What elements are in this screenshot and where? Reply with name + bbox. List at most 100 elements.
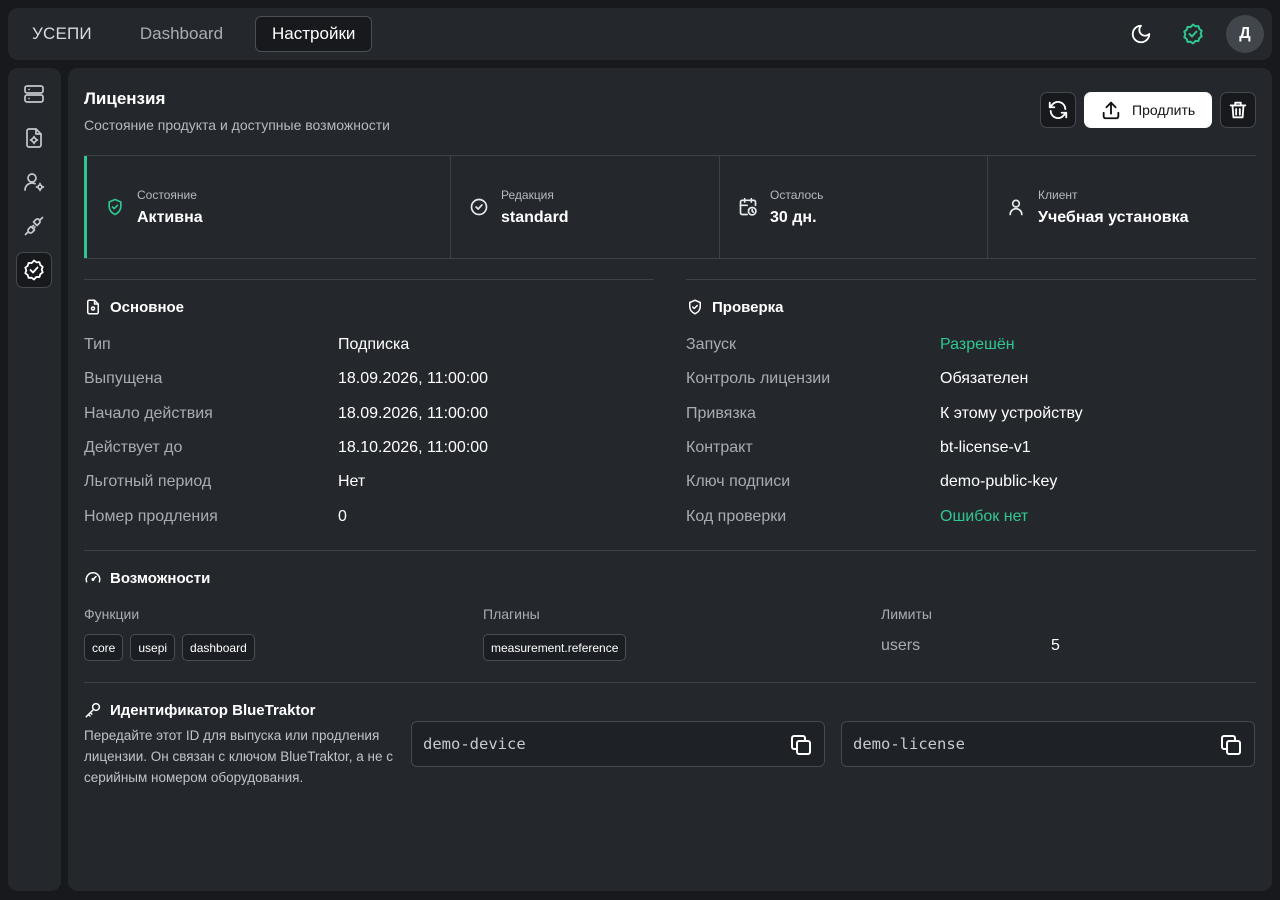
- basic-value: Нет: [338, 473, 366, 490]
- check-value-ok: Ошибок нет: [940, 508, 1029, 525]
- page-title: Лицензия: [84, 89, 166, 108]
- top-actions: Д: [1122, 15, 1264, 53]
- tab-dashboard[interactable]: Dashboard: [140, 24, 223, 44]
- trash-icon: [1229, 101, 1247, 119]
- tab-settings[interactable]: Настройки: [255, 16, 373, 52]
- plug-icon: [24, 216, 44, 236]
- section-basic-title: Основное: [84, 298, 184, 316]
- section-identifier-title: Идентификатор BlueTraktor: [84, 701, 315, 719]
- function-chip: usepi: [130, 634, 176, 661]
- stat-label: Осталось: [770, 188, 824, 202]
- license-id-field[interactable]: demo-license: [841, 721, 1255, 767]
- check-value: bt-license-v1: [940, 439, 1031, 456]
- gauge-icon: [85, 572, 101, 583]
- file-settings-icon: [26, 128, 42, 148]
- check-label: Код проверки: [686, 508, 787, 525]
- shield-check-icon: [689, 299, 701, 315]
- delete-button[interactable]: [1220, 92, 1256, 128]
- basic-label: Действует до: [84, 439, 183, 456]
- sidebar-item-servers[interactable]: [16, 76, 52, 112]
- brand-logo[interactable]: УСЕПИ: [32, 24, 92, 44]
- file-settings-icon: [87, 299, 99, 315]
- server-icon: [24, 85, 44, 103]
- renew-button[interactable]: Продлить: [1084, 92, 1212, 128]
- stat-value: standard: [501, 209, 569, 226]
- refresh-icon: [1048, 101, 1068, 119]
- sidebar: [8, 68, 61, 891]
- check-value-ok: Разрешён: [940, 336, 1015, 353]
- basic-value: 18.09.2026, 11:00:00: [338, 370, 489, 387]
- basic-label: Выпущена: [84, 370, 163, 387]
- renew-label: Продлить: [1132, 102, 1196, 118]
- basic-value: 18.10.2026, 11:00:00: [338, 439, 489, 456]
- section-title-text: Основное: [110, 298, 185, 316]
- section-check-title: Проверка: [686, 298, 783, 316]
- basic-value: Подписка: [338, 336, 410, 353]
- check-label: Контракт: [686, 439, 753, 456]
- check-value: К этому устройству: [940, 405, 1083, 422]
- function-chip: core: [84, 634, 124, 661]
- stat-card-edition: Редакция standard: [451, 156, 720, 258]
- device-id-field[interactable]: demo-device: [411, 721, 825, 767]
- stat-card-state: Состояние Активна: [84, 156, 451, 258]
- check-label: Запуск: [686, 336, 737, 353]
- plugins-label: Плагины: [483, 606, 540, 622]
- user-icon: [1009, 199, 1023, 216]
- theme-toggle-button[interactable]: [1122, 15, 1160, 53]
- check-value: Обязателен: [940, 370, 1029, 387]
- limits-label: Лимиты: [881, 606, 932, 622]
- basic-label: Тип: [84, 336, 111, 353]
- stat-value: 30 дн.: [770, 209, 817, 226]
- stat-value: Активна: [137, 209, 203, 226]
- plugin-chip: measurement.reference: [483, 634, 627, 661]
- key-icon: [85, 702, 101, 718]
- sidebar-item-file-settings[interactable]: [16, 120, 52, 156]
- basic-label: Номер продления: [84, 508, 218, 525]
- section-capabilities-title: Возможности: [84, 569, 210, 587]
- device-id-value[interactable]: demo-device: [423, 735, 526, 753]
- stat-label: Редакция: [501, 188, 554, 202]
- section-title-text: Проверка: [712, 298, 784, 316]
- check-value: demo-public-key: [940, 473, 1058, 490]
- copy-icon[interactable]: [789, 733, 813, 757]
- shield-check-icon: [108, 198, 122, 216]
- basic-label: Льготный период: [84, 473, 212, 490]
- limit-value: 5: [1051, 637, 1060, 654]
- section-title-text: Возможности: [110, 569, 211, 587]
- copy-icon[interactable]: [1219, 733, 1243, 757]
- avatar[interactable]: Д: [1226, 15, 1264, 53]
- limit-name: users: [881, 637, 921, 654]
- calendar-clock-icon: [739, 197, 757, 216]
- basic-label: Начало действия: [84, 405, 213, 422]
- identifier-description: Передайте этот ID для выпуска или продле…: [84, 728, 394, 785]
- upload-icon: [1102, 101, 1120, 120]
- divider: [84, 682, 1256, 683]
- sidebar-item-integrations[interactable]: [16, 208, 52, 244]
- license-status-button[interactable]: [1174, 15, 1212, 53]
- license-panel: Лицензия Состояние продукта и доступные …: [68, 68, 1272, 891]
- sidebar-item-license[interactable]: [16, 252, 52, 288]
- header-actions: Продлить: [1040, 92, 1256, 128]
- check-label: Контроль лицензии: [686, 370, 831, 387]
- check-label: Привязка: [686, 405, 756, 422]
- badge-check-icon: [24, 259, 44, 281]
- refresh-button[interactable]: [1040, 92, 1076, 128]
- stat-card-client: Клиент Учебная установка: [988, 156, 1256, 258]
- check-label: Ключ подписи: [686, 473, 791, 490]
- function-chip: dashboard: [182, 634, 255, 661]
- shield-check-icon: [1183, 23, 1203, 45]
- moon-icon: [1131, 24, 1151, 44]
- divider: [84, 279, 654, 280]
- stat-label: Состояние: [137, 188, 197, 202]
- stat-value: Учебная установка: [1038, 209, 1189, 226]
- license-id-value[interactable]: demo-license: [853, 735, 965, 753]
- basic-value: 0: [338, 508, 347, 525]
- sidebar-item-user-settings[interactable]: [16, 164, 52, 200]
- functions-chips: core usepi dashboard: [84, 634, 255, 661]
- page-subtitle: Состояние продукта и доступные возможнос…: [84, 117, 390, 133]
- circle-check-icon: [470, 198, 488, 216]
- basic-value: 18.09.2026, 11:00:00: [338, 405, 489, 422]
- plugins-chips: measurement.reference: [483, 634, 627, 661]
- section-title-text: Идентификатор BlueTraktor: [110, 701, 316, 719]
- stat-card-remaining: Осталось 30 дн.: [720, 156, 988, 258]
